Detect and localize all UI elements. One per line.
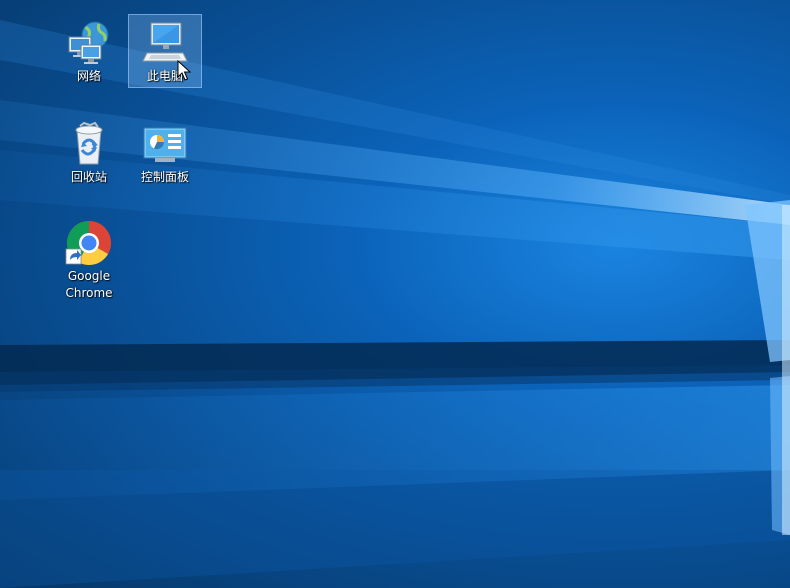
network-icon: [68, 21, 109, 64]
desktop-icon-network[interactable]: 网络: [52, 14, 126, 88]
chrome-icon: [65, 221, 111, 265]
desktop-icon-this-pc[interactable]: 此电脑: [128, 14, 202, 88]
this-pc-icon: [142, 22, 188, 62]
desktop-icon-google-chrome[interactable]: Google Chrome: [52, 214, 126, 305]
desktop-icon-label: 网络: [76, 69, 101, 83]
recycle-bin-icon: [75, 121, 103, 165]
desktop-icon-label: 回收站: [70, 170, 107, 184]
control-panel-icon: [143, 127, 187, 162]
desktop-icon-label: 此电脑: [146, 69, 183, 83]
desktop-icon-label: 控制面板: [140, 170, 189, 184]
desktop-icon-recycle-bin[interactable]: 回收站: [52, 115, 126, 189]
desktop-icon-control-panel[interactable]: 控制面板: [128, 115, 202, 189]
desktop-icon-label: Google Chrome: [65, 269, 113, 300]
